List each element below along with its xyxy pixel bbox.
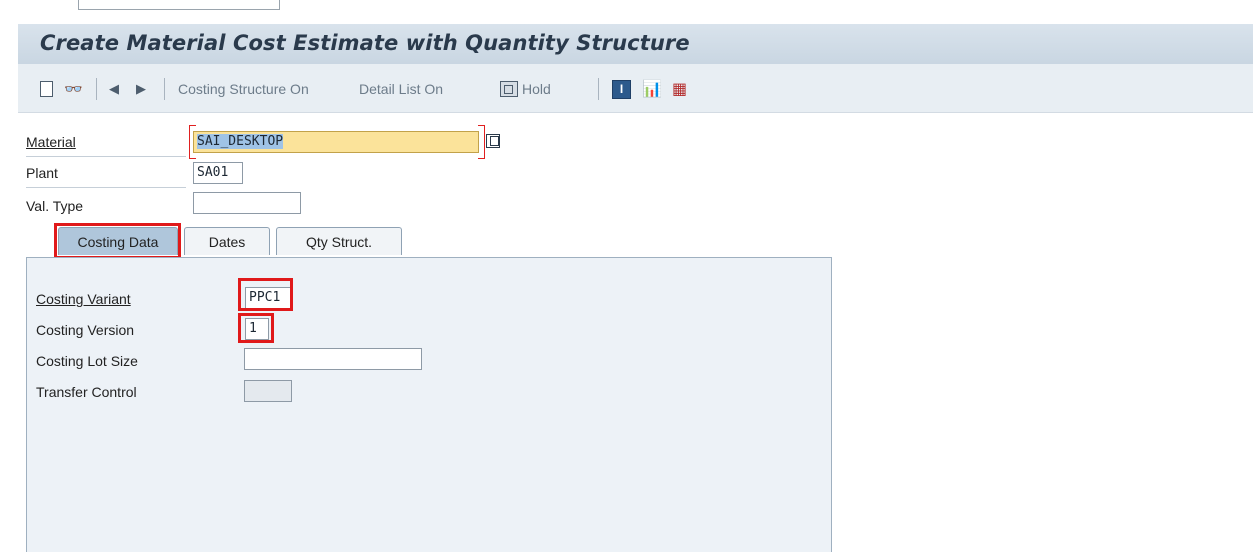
costing-lot-size-input[interactable] bbox=[244, 348, 422, 370]
plant-input[interactable]: SA01 bbox=[193, 162, 243, 184]
divider bbox=[26, 187, 186, 188]
application-toolbar: 👓 ◀ ▶ Costing Structure On Detail List O… bbox=[18, 64, 1253, 113]
hold-icon bbox=[500, 81, 518, 97]
costing-structure-button[interactable]: Costing Structure On bbox=[178, 78, 309, 100]
next-icon[interactable]: ▶ bbox=[136, 78, 146, 100]
grid-icon[interactable]: ▦ bbox=[672, 78, 687, 100]
info-icon[interactable]: I bbox=[612, 78, 631, 100]
command-field[interactable] bbox=[78, 0, 280, 10]
highlight-box bbox=[238, 278, 293, 311]
tab-dates[interactable]: Dates bbox=[184, 227, 270, 255]
toolbar-separator bbox=[164, 78, 165, 100]
title-bar: Create Material Cost Estimate with Quant… bbox=[18, 24, 1253, 65]
chart-icon[interactable]: 📊 bbox=[642, 78, 662, 100]
divider bbox=[26, 156, 186, 157]
material-input[interactable]: SAI_DESKTOP bbox=[193, 131, 479, 153]
page-title: Create Material Cost Estimate with Quant… bbox=[40, 31, 690, 55]
glasses-icon[interactable]: 👓 bbox=[64, 78, 83, 100]
costing-version-label: Costing Version bbox=[36, 322, 135, 338]
toolbar-separator bbox=[598, 78, 599, 100]
hold-button[interactable]: Hold bbox=[500, 78, 551, 100]
material-label: Material bbox=[26, 134, 76, 150]
hold-label: Hold bbox=[522, 81, 551, 97]
highlight-box bbox=[238, 313, 274, 343]
top-bar bbox=[0, 0, 1253, 12]
costing-lot-size-label: Costing Lot Size bbox=[36, 353, 138, 369]
costing-data-panel bbox=[26, 257, 832, 552]
detail-list-button[interactable]: Detail List On bbox=[359, 78, 443, 100]
transfer-control-input[interactable] bbox=[244, 380, 292, 402]
val-type-label: Val. Type bbox=[26, 198, 84, 214]
value-help-icon[interactable] bbox=[486, 134, 500, 148]
previous-icon[interactable]: ◀ bbox=[109, 78, 119, 100]
plant-label: Plant bbox=[26, 165, 58, 181]
costing-variant-label: Costing Variant bbox=[36, 291, 131, 307]
transfer-control-label: Transfer Control bbox=[36, 384, 137, 400]
new-document-icon[interactable] bbox=[40, 78, 53, 100]
highlight-box bbox=[54, 223, 181, 259]
tab-qty-struct[interactable]: Qty Struct. bbox=[276, 227, 402, 255]
required-marker bbox=[478, 125, 485, 159]
toolbar-separator bbox=[96, 78, 97, 100]
val-type-input[interactable] bbox=[193, 192, 301, 214]
